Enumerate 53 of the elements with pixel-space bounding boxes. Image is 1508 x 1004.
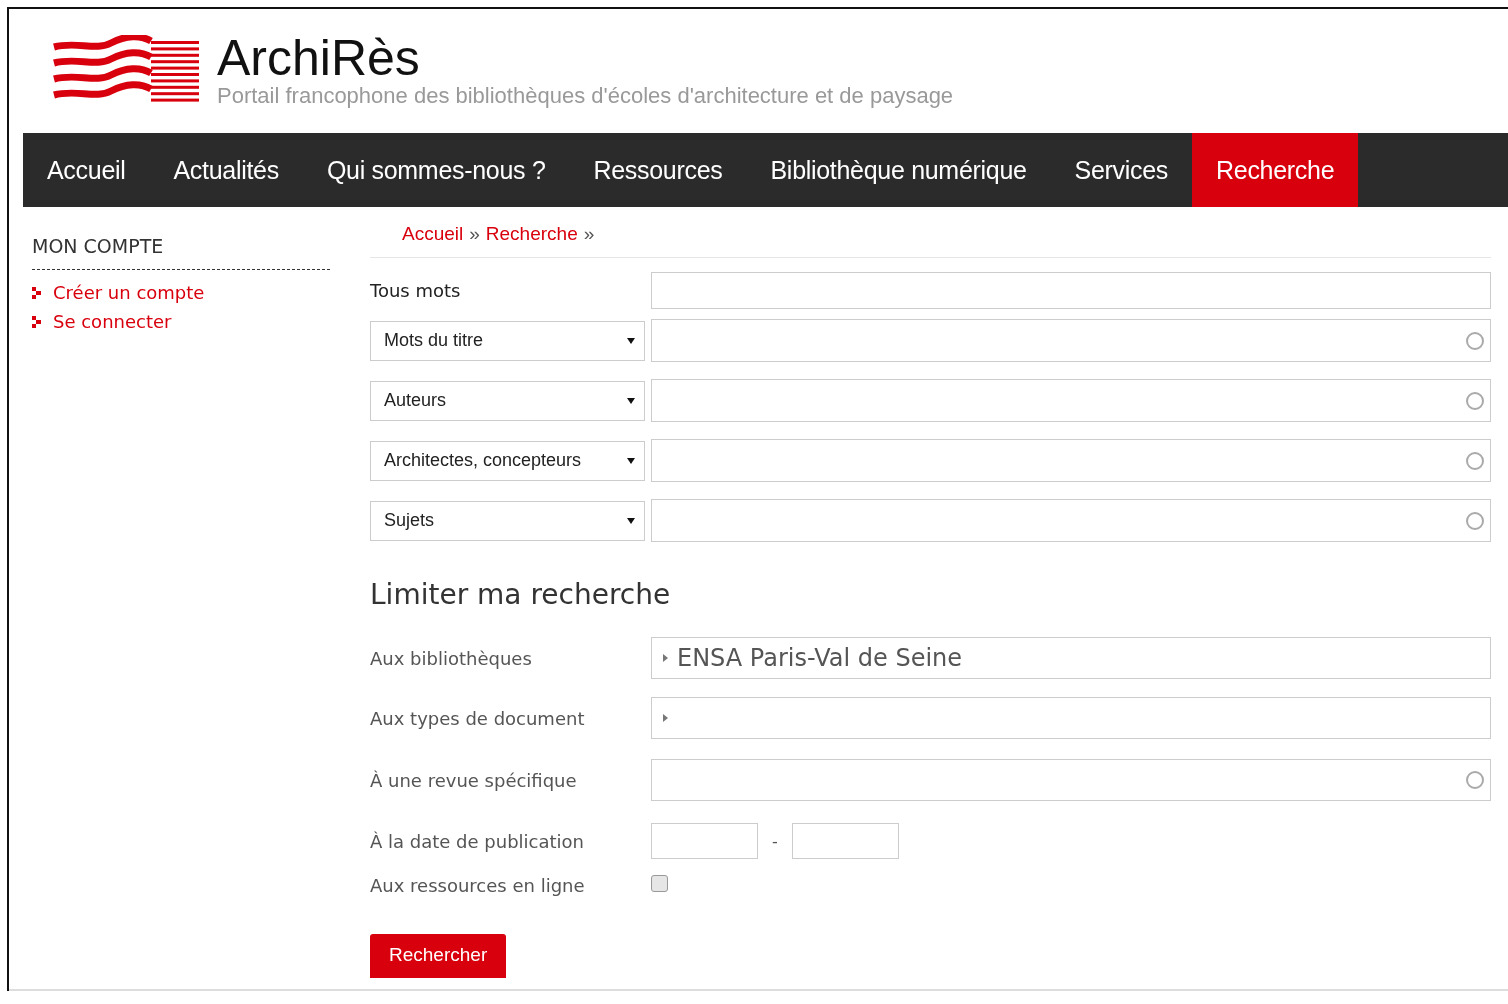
caret-icon [626,335,636,346]
sidebar-link[interactable]: Se connecter [53,311,172,332]
date-to-field[interactable] [791,823,899,859]
caret-icon [626,395,636,406]
sidebar-title: MON COMPTE [32,235,330,270]
field-type-dropdown[interactable]: Sujets [370,500,645,541]
autocomplete-indicator-icon [1466,391,1484,410]
filter-label: Aux bibliothèques [370,647,533,669]
search-input-field[interactable] [651,272,1491,309]
autocomplete-indicator-icon [1466,331,1484,350]
sidebar-link[interactable]: Créer un compte [53,282,205,303]
filter-label: À la date de publication [370,830,585,852]
search-input-field[interactable] [651,319,1491,362]
expand-arrow-icon [662,713,669,723]
breadcrumb-link[interactable]: Recherche [485,223,578,245]
tree-select-field[interactable] [651,697,1491,739]
search-button[interactable]: Rechercher [370,934,507,978]
search-input-field[interactable] [651,499,1491,542]
nav-item[interactable]: Accueil [23,133,150,207]
bullet-icon [32,285,43,300]
checkbox[interactable] [651,875,668,892]
autocomplete-indicator-icon [1466,771,1484,789]
input-field[interactable] [651,759,1491,801]
range-separator: - [772,831,778,851]
breadcrumb-separator: » [469,223,480,245]
breadcrumb-link[interactable]: Accueil [402,223,464,245]
field-type-dropdown[interactable]: Mots du titre [370,320,645,361]
field-type-dropdown[interactable]: Auteurs [370,380,645,421]
filter-label: Aux types de document [370,707,586,729]
caret-icon [626,515,636,526]
caret-icon [626,455,636,466]
nav-item[interactable]: Actualités [149,133,303,207]
nav-item[interactable]: Services [1050,133,1193,207]
field-label: Tous mots [370,280,462,301]
section-heading: Limiter ma recherche [370,578,672,611]
date-from-field[interactable] [651,823,758,859]
bullet-icon [32,314,43,329]
nav-item[interactable]: Qui sommes-nous ? [302,133,570,207]
nav-item[interactable]: Recherche [1192,133,1359,207]
tree-select-field[interactable]: ENSA Paris-Val de Seine [651,637,1491,679]
site-tagline: Portail francophone des bibliothèques d'écoles d'architecture et de paysage [217,83,954,109]
search-input-field[interactable] [651,379,1491,422]
filter-label: À une revue spécifique [370,769,578,791]
filter-label: Aux ressources en ligne [370,875,586,896]
breadcrumb-separator: » [583,223,595,245]
nav-item[interactable]: Bibliothèque numérique [746,133,1051,207]
search-input-field[interactable] [651,439,1491,482]
nav-item[interactable]: Ressources [569,133,747,207]
autocomplete-indicator-icon [1466,451,1484,470]
expand-arrow-icon [662,653,669,663]
field-type-dropdown[interactable]: Architectes, concepteurs [370,440,645,481]
autocomplete-indicator-icon [1466,511,1484,530]
site-title: ArchiRès [217,33,421,83]
